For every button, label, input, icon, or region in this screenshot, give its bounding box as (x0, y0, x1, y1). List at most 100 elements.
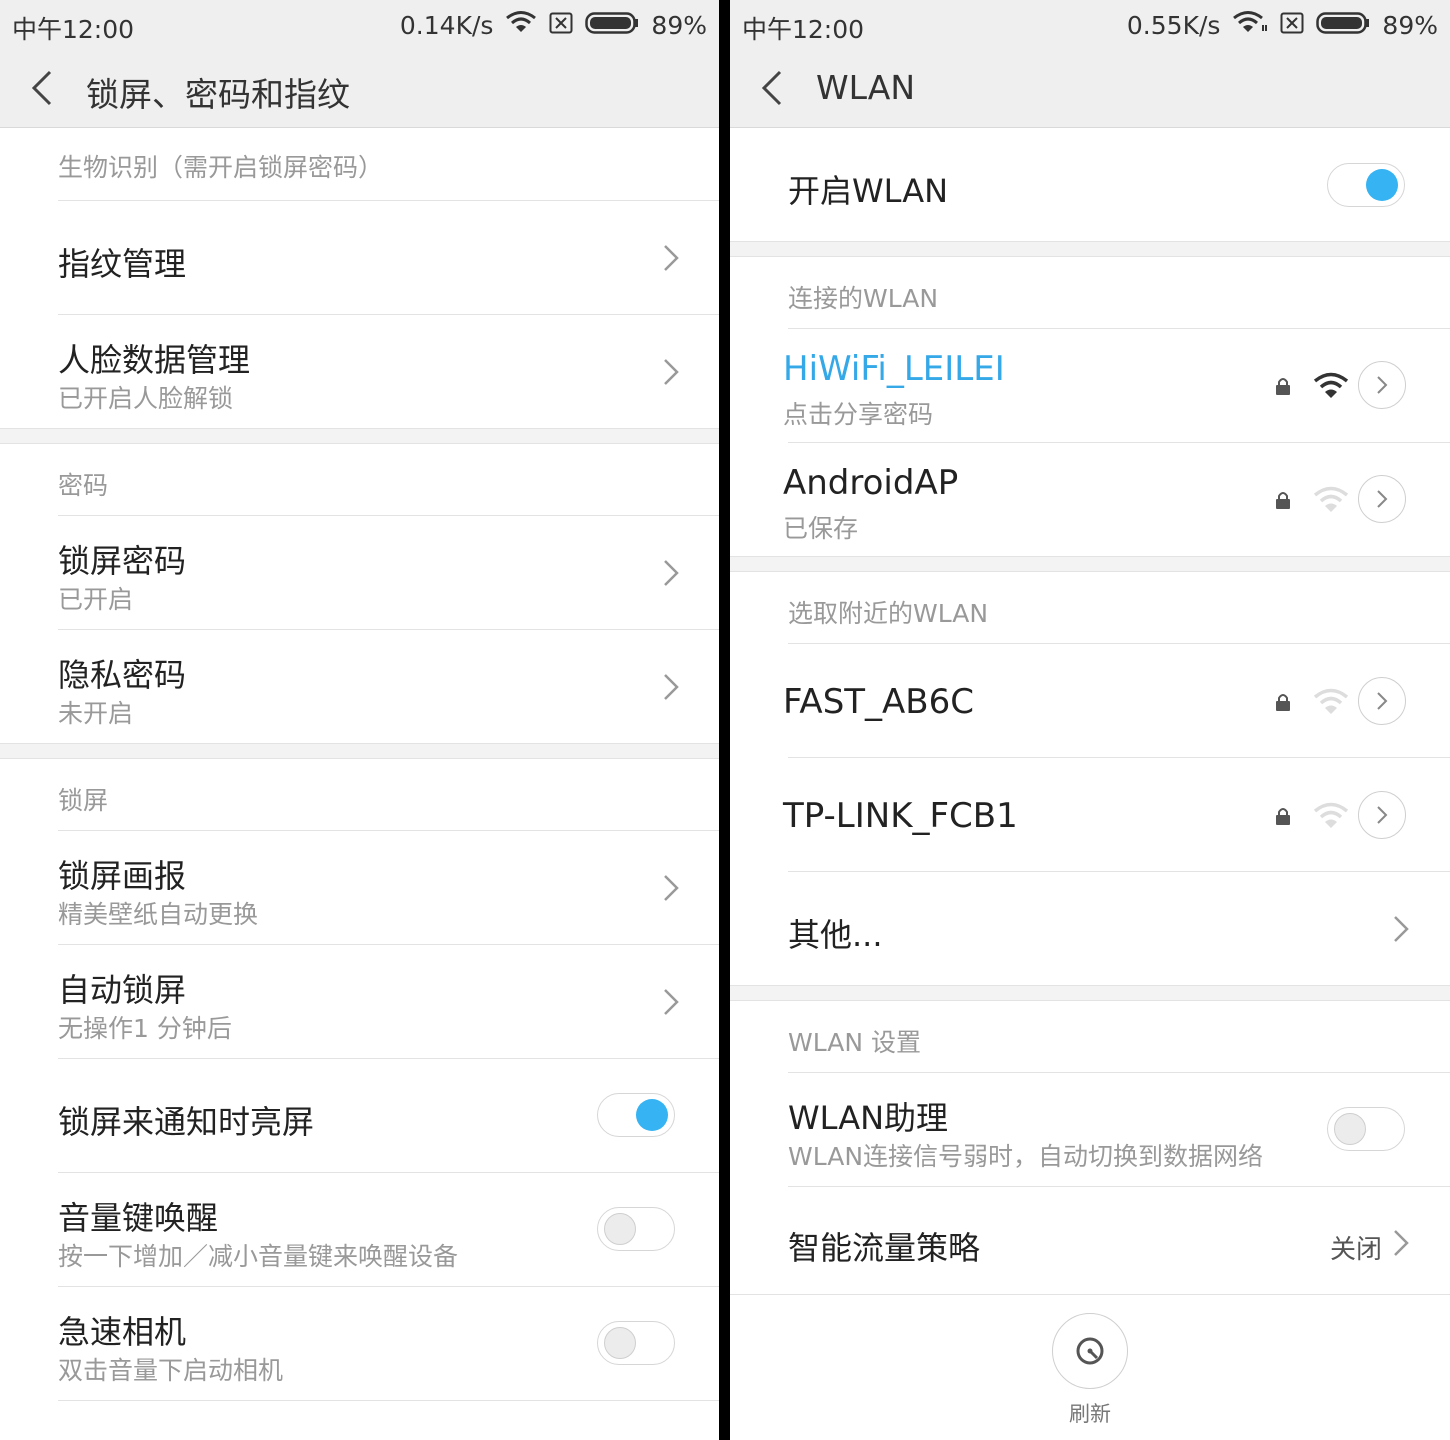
title-bar: WLAN (730, 50, 1450, 128)
wifi-network-row[interactable]: AndroidAP 已保存 (730, 443, 1450, 556)
section-header-wlan-settings: WLAN 设置 (788, 1028, 921, 1057)
quick-camera-label: 急速相机 (58, 1313, 187, 1351)
lock-icon (1276, 808, 1290, 825)
wlan-assistant-toggle[interactable] (1327, 1107, 1405, 1151)
lock-wallpaper-row[interactable]: 锁屏画报 精美壁纸自动更换 (0, 831, 719, 944)
wake-on-notify-toggle[interactable] (597, 1093, 675, 1137)
lock-password-row[interactable]: 锁屏密码 已开启 (0, 516, 719, 629)
section-header-lockscreen: 锁屏 (58, 786, 109, 815)
wifi-signal-icon (1313, 688, 1349, 714)
back-icon[interactable] (26, 68, 60, 108)
face-data-label: 人脸数据管理 (58, 341, 251, 379)
no-sim-icon (549, 11, 573, 40)
network-speed: 0.55K/s (1126, 10, 1221, 40)
section-header-connected: 连接的WLAN (788, 284, 939, 313)
section-header-nearby: 选取附近的WLAN (788, 599, 989, 628)
chevron-right-icon (664, 560, 679, 586)
battery-icon (1316, 11, 1370, 40)
wifi-status-icon (1232, 10, 1268, 40)
battery-percent: 89% (1382, 10, 1438, 40)
page-title: WLAN (816, 68, 916, 107)
network-details-button[interactable] (1358, 475, 1406, 523)
face-data-status: 已开启人脸解锁 (58, 384, 234, 413)
face-data-row[interactable]: 人脸数据管理 已开启人脸解锁 (0, 315, 719, 428)
page-title: 锁屏、密码和指纹 (86, 75, 350, 114)
volume-wake-row: 音量键唤醒 按一下增加／减小音量键来唤醒设备 (0, 1173, 719, 1286)
fingerprint-row[interactable]: 指纹管理 (0, 201, 719, 314)
fingerprint-label: 指纹管理 (58, 245, 187, 283)
wifi-network-name: AndroidAP (783, 463, 959, 503)
wifi-network-status: 已保存 (783, 514, 859, 543)
wake-on-notify-label: 锁屏来通知时亮屏 (58, 1103, 315, 1141)
refresh-label: 刷新 (1069, 1402, 1111, 1426)
lockscreen-settings-panel: 中午12:00 0.14K/s 89% 锁屏、密码和指纹 生物识别（需开启锁屏密… (0, 0, 719, 1440)
lock-icon (1276, 694, 1290, 711)
chevron-right-icon (664, 359, 679, 385)
status-time: 中午12:00 (12, 15, 135, 44)
wlan-assistant-label: WLAN助理 (788, 1099, 949, 1137)
lock-wallpaper-label: 锁屏画报 (58, 857, 187, 895)
wlan-enable-toggle[interactable] (1327, 163, 1405, 207)
privacy-password-row[interactable]: 隐私密码 未开启 (0, 630, 719, 743)
wifi-signal-icon (1313, 486, 1349, 512)
chevron-right-icon (664, 989, 679, 1015)
network-details-button[interactable] (1358, 677, 1406, 725)
volume-wake-toggle[interactable] (597, 1207, 675, 1251)
wlan-assistant-row: WLAN助理 WLAN连接信号弱时，自动切换到数据网络 (730, 1073, 1450, 1186)
title-bar: 锁屏、密码和指纹 (0, 50, 719, 128)
network-details-button[interactable] (1358, 361, 1406, 409)
privacy-password-status: 未开启 (58, 699, 134, 728)
chevron-right-icon (664, 875, 679, 901)
wlan-assistant-desc: WLAN连接信号弱时，自动切换到数据网络 (788, 1142, 1264, 1171)
wifi-network-name: HiWiFi_LEILEI (783, 349, 1005, 389)
chevron-right-icon (664, 674, 679, 700)
battery-percent: 89% (651, 10, 707, 40)
auto-lock-value: 无操作1 分钟后 (58, 1014, 232, 1043)
wifi-network-row[interactable]: FAST_AB6C (730, 644, 1450, 757)
chevron-right-icon (1394, 916, 1409, 942)
quick-camera-row: 急速相机 双击音量下启动相机 (0, 1287, 719, 1400)
lock-password-status: 已开启 (58, 585, 134, 614)
lock-icon (1276, 492, 1290, 509)
smart-traffic-label: 智能流量策略 (788, 1229, 981, 1267)
section-header-biometrics: 生物识别（需开启锁屏密码） (58, 153, 384, 182)
quick-camera-desc: 双击音量下启动相机 (58, 1356, 284, 1385)
wifi-network-status: 点击分享密码 (783, 400, 934, 429)
lock-password-label: 锁屏密码 (58, 542, 187, 580)
lock-icon (1276, 378, 1290, 395)
network-speed: 0.14K/s (399, 10, 494, 40)
chevron-right-icon (664, 245, 679, 271)
wifi-network-row[interactable]: TP-LINK_FCB1 (730, 758, 1450, 871)
volume-wake-desc: 按一下增加／减小音量键来唤醒设备 (58, 1242, 459, 1271)
wlan-settings-panel: 中午12:00 0.55K/s 89% WLAN 开启WLAN 连接的WLAN … (730, 0, 1450, 1440)
back-icon[interactable] (756, 68, 790, 108)
smart-traffic-value: 关闭 (1329, 1235, 1382, 1265)
auto-lock-row[interactable]: 自动锁屏 无操作1 分钟后 (0, 945, 719, 1058)
privacy-password-label: 隐私密码 (58, 656, 187, 694)
lock-wallpaper-desc: 精美壁纸自动更换 (58, 900, 259, 929)
status-time: 中午12:00 (742, 15, 865, 44)
other-network-label: 其他... (788, 916, 883, 954)
wifi-status-icon (505, 10, 537, 40)
wifi-signal-icon (1313, 372, 1349, 398)
other-network-row[interactable]: 其他... (730, 872, 1450, 985)
wifi-network-row[interactable]: HiWiFi_LEILEI 点击分享密码 (730, 329, 1450, 442)
wifi-signal-icon (1313, 802, 1349, 828)
smart-traffic-row[interactable]: 智能流量策略 关闭 (730, 1187, 1450, 1294)
volume-wake-label: 音量键唤醒 (58, 1199, 219, 1237)
battery-icon (585, 11, 639, 40)
section-header-password: 密码 (58, 471, 109, 500)
refresh-icon (1076, 1337, 1104, 1365)
quick-camera-toggle[interactable] (597, 1321, 675, 1365)
refresh-button[interactable] (1052, 1313, 1128, 1389)
wlan-enable-row: 开启WLAN (730, 128, 1450, 241)
no-sim-icon (1280, 11, 1304, 40)
wlan-enable-label: 开启WLAN (788, 172, 949, 210)
wake-on-notify-row: 锁屏来通知时亮屏 (0, 1059, 719, 1172)
auto-lock-label: 自动锁屏 (58, 971, 187, 1009)
chevron-right-icon (1394, 1230, 1409, 1256)
wifi-network-name: TP-LINK_FCB1 (783, 796, 1018, 836)
network-details-button[interactable] (1358, 791, 1406, 839)
wifi-network-name: FAST_AB6C (783, 682, 975, 722)
status-bar: 中午12:00 0.55K/s 89% (730, 0, 1450, 50)
